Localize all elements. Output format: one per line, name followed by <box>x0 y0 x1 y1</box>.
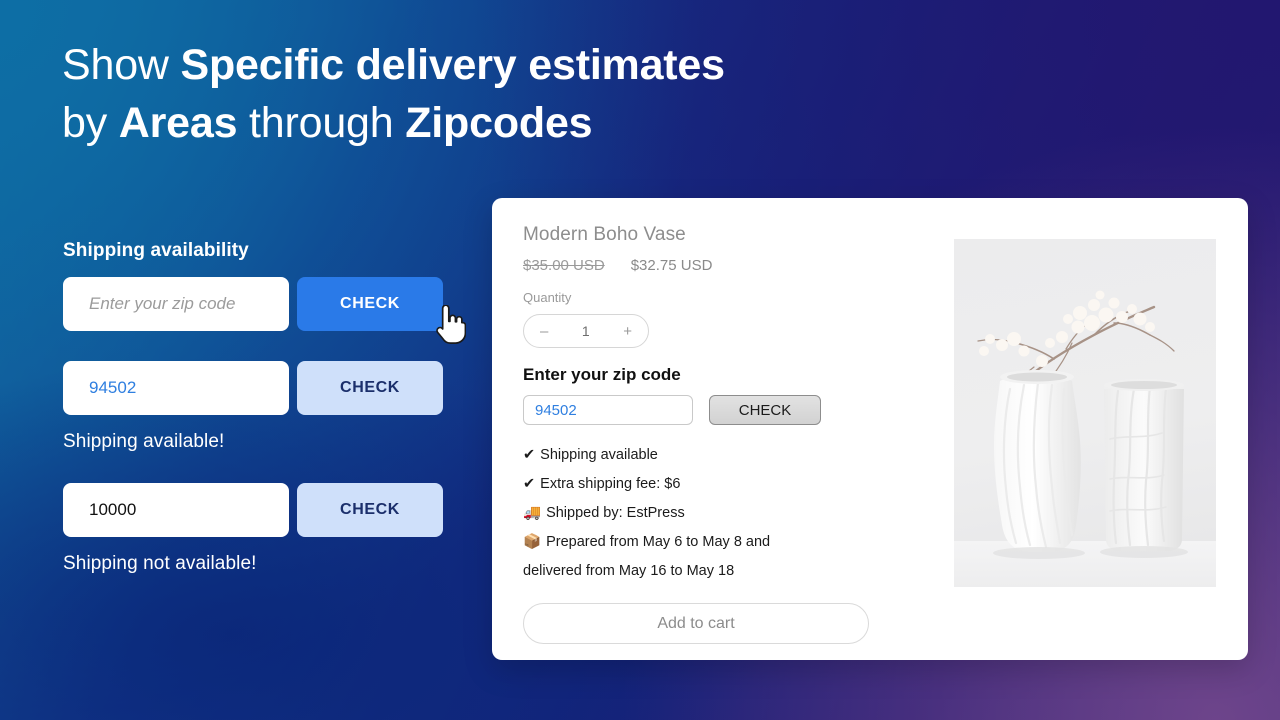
product-card: Modern Boho Vase $35.00 USD $32.75 USD Q… <box>492 198 1248 660</box>
sale-price: $32.75 USD <box>630 257 713 274</box>
delivery-truck-icon: 🚚 <box>523 505 542 521</box>
shipping-not-available-message: Shipping not available! <box>63 553 257 574</box>
shipping-availability-panel: Shipping availability CHECK CHECK Shippi… <box>63 240 466 575</box>
headline-text: through <box>237 99 406 147</box>
quantity-increase-button[interactable]: + <box>623 324 632 339</box>
zip-check-row-1: CHECK <box>63 277 466 344</box>
zip-input-empty[interactable] <box>63 277 289 331</box>
product-details: Modern Boho Vase $35.00 USD $32.75 USD Q… <box>492 198 922 660</box>
headline-emphasis: Areas <box>118 99 238 147</box>
shipping-info-list: ✔ Shipping available ✔ Extra shipping fee:… <box>523 441 922 586</box>
check-mark-icon: ✔ <box>523 447 536 463</box>
headline-line-2: by Areas through Zipcodes <box>62 94 822 152</box>
check-button-secondary[interactable]: CHECK <box>297 483 443 537</box>
vases-illustration <box>977 290 1188 559</box>
headline-emphasis: Zipcodes <box>405 99 593 147</box>
shipping-info-item: ✔ Extra shipping fee: $6 <box>523 470 922 499</box>
product-title: Modern Boho Vase <box>523 224 686 245</box>
headline-line-1: Show Specific delivery estimates <box>62 36 822 94</box>
shipping-available-message: Shipping available! <box>63 431 225 452</box>
original-price: $35.00 USD <box>523 257 605 274</box>
shipping-info-text: Prepared from May 6 to May 8 and <box>546 534 771 550</box>
quantity-stepper: – 1 + <box>523 314 649 348</box>
card-check-button[interactable]: CHECK <box>709 395 821 425</box>
shipping-info-item: ✔ Shipping available <box>523 441 922 470</box>
shipping-info-text: Extra shipping fee: $6 <box>540 476 681 492</box>
price-row: $35.00 USD $32.75 USD <box>523 257 922 274</box>
promo-banner: Show Specific delivery estimates by Area… <box>0 0 1280 720</box>
product-image <box>954 239 1216 587</box>
zip-check-row-2: CHECK <box>63 361 453 415</box>
headline-text: Show <box>62 41 181 89</box>
quantity-decrease-button[interactable]: – <box>540 324 548 339</box>
panel-title: Shipping availability <box>63 240 249 261</box>
zip-input-unavailable[interactable] <box>63 483 289 537</box>
quantity-label: Quantity <box>523 290 572 305</box>
package-box-icon: 📦 <box>523 534 542 550</box>
shipping-info-text: Shipped by: EstPress <box>546 505 685 521</box>
shipping-info-continuation: delivered from May 16 to May 18 <box>523 563 735 579</box>
shipping-info-text: Shipping available <box>540 447 658 463</box>
check-button-secondary[interactable]: CHECK <box>297 361 443 415</box>
headline-text: by <box>62 99 119 147</box>
zip-check-row-3: CHECK <box>63 483 453 537</box>
check-mark-icon: ✔ <box>523 476 536 492</box>
page-title: Show Specific delivery estimates by Area… <box>62 36 822 152</box>
zip-code-label: Enter your zip code <box>523 365 681 384</box>
shipping-info-item: 🚚 Shipped by: EstPress <box>523 499 922 528</box>
product-image-container <box>922 198 1248 660</box>
zip-input-available[interactable] <box>63 361 289 415</box>
shipping-info-item: 📦 Prepared from May 6 to May 8 and <box>523 528 922 557</box>
check-button-primary[interactable]: CHECK <box>297 277 443 331</box>
quantity-value: 1 <box>581 323 590 339</box>
card-zip-input[interactable] <box>523 395 693 425</box>
card-zip-check-row: CHECK <box>523 395 922 425</box>
add-to-cart-button[interactable]: Add to cart <box>523 603 869 644</box>
headline-emphasis: Specific delivery estimates <box>180 41 726 89</box>
